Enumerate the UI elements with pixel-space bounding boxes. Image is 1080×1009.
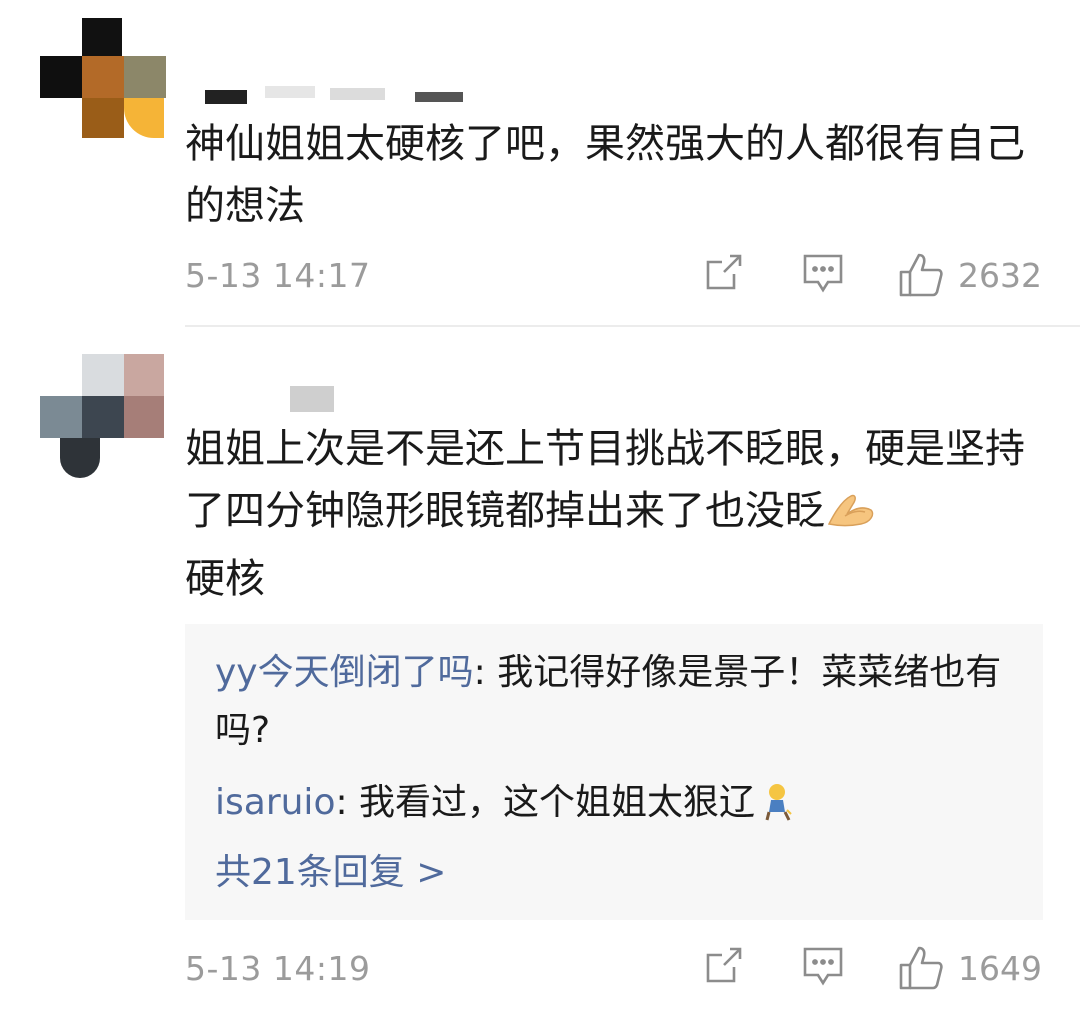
- comment-meta: 5-13 14:17 2632: [185, 252, 1042, 302]
- reply-item: isaruio: 我看过，这个姐姐太狠辽: [215, 774, 1015, 840]
- comment-item: 姐姐上次是不是还上节目挑战不眨眼，硬是坚持了四分钟隐形眼镜都掉出来了也没眨 硬核 …: [0, 326, 1080, 1009]
- comment-icon[interactable]: [802, 252, 844, 296]
- reply-username[interactable]: yy今天倒闭了吗: [215, 652, 474, 693]
- more-replies-link[interactable]: 共21条回复 >: [215, 844, 1015, 902]
- thumbs-up-icon[interactable]: [898, 945, 944, 991]
- reply-thread: yy今天倒闭了吗: 我记得好像是景子！菜菜绪也有吗? isaruio: 我看过，…: [185, 624, 1043, 920]
- reply-username[interactable]: isaruio: [215, 782, 335, 823]
- comment-timestamp: 5-13 14:17: [185, 256, 371, 295]
- comment-meta: 5-13 14:19 1649: [185, 945, 1042, 995]
- reply-text: 我看过，这个姐姐太狠辽: [359, 782, 756, 823]
- comment-item: 神仙姐姐太硬核了吧，果然强大的人都很有自己的想法 5-13 14:17 2632: [0, 0, 1080, 327]
- username-blurred[interactable]: [205, 380, 345, 414]
- comment-text: 姐姐上次是不是还上节目挑战不眨眼，硬是坚持了四分钟隐形眼镜都掉出来了也没眨 硬核: [185, 426, 1025, 602]
- like-count: 1649: [958, 949, 1042, 988]
- avatar[interactable]: [40, 18, 166, 142]
- share-icon[interactable]: [704, 252, 744, 292]
- comment-timestamp: 5-13 14:19: [185, 949, 371, 988]
- thumbs-up-icon[interactable]: [898, 252, 944, 298]
- comment-text: 神仙姐姐太硬核了吧，果然强大的人都很有自己的想法: [185, 121, 1025, 229]
- kneeling-person-emoji: [763, 782, 793, 840]
- reply-item: yy今天倒闭了吗: 我记得好像是景子！菜菜绪也有吗?: [215, 652, 1002, 751]
- avatar[interactable]: [40, 354, 164, 478]
- username-blurred[interactable]: [205, 80, 465, 104]
- share-icon[interactable]: [704, 945, 744, 985]
- like-count: 2632: [958, 256, 1042, 295]
- folded-hands-emoji: [825, 486, 877, 548]
- comment-icon[interactable]: [802, 945, 844, 989]
